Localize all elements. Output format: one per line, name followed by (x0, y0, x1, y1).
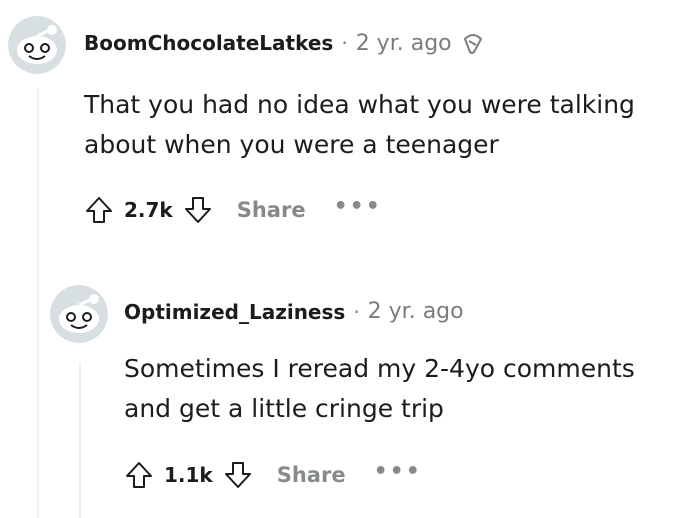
share-button[interactable]: Share (237, 198, 306, 222)
avatar[interactable] (8, 16, 66, 74)
comment-line: and get a little cringe trip (124, 394, 444, 423)
snoo-avatar-icon (8, 16, 66, 74)
award-icon[interactable] (460, 30, 486, 56)
timestamp[interactable]: 2 yr. ago (368, 299, 464, 324)
vote-score: 2.7k (124, 198, 173, 222)
comment-line: Sometimes I reread my 2-4yo comments (124, 354, 635, 383)
more-options-icon[interactable]: ••• (374, 459, 422, 484)
comment-line: That you had no idea what you were talki… (84, 90, 635, 119)
separator-dot: · (353, 299, 360, 324)
comment-line: about when you were a teenager (84, 130, 499, 159)
downvote-icon[interactable] (183, 195, 213, 225)
separator-dot: · (341, 31, 348, 55)
thread-line[interactable] (37, 88, 39, 518)
username[interactable]: BoomChocolateLatkes (84, 31, 333, 55)
snoo-avatar-icon (50, 285, 108, 343)
comment-actions: 2.7k Share ••• (84, 194, 382, 225)
comment-actions: 1.1k Share ••• (124, 459, 422, 490)
comment-meta: BoomChocolateLatkes · 2 yr. ago (84, 30, 486, 56)
thread-line-reply[interactable] (79, 362, 81, 518)
username[interactable]: Optimized_Laziness (124, 300, 345, 324)
vote-score: 1.1k (164, 463, 213, 487)
upvote-icon[interactable] (84, 195, 114, 225)
more-options-icon[interactable]: ••• (334, 194, 382, 219)
comment-body: Sometimes I reread my 2-4yo comments and… (124, 349, 635, 429)
avatar[interactable] (50, 285, 108, 343)
comment-body: That you had no idea what you were talki… (84, 85, 635, 165)
comment-meta: Optimized_Laziness · 2 yr. ago (124, 299, 464, 324)
upvote-icon[interactable] (124, 460, 154, 490)
downvote-icon[interactable] (223, 460, 253, 490)
share-button[interactable]: Share (277, 463, 346, 487)
timestamp[interactable]: 2 yr. ago (356, 31, 452, 56)
